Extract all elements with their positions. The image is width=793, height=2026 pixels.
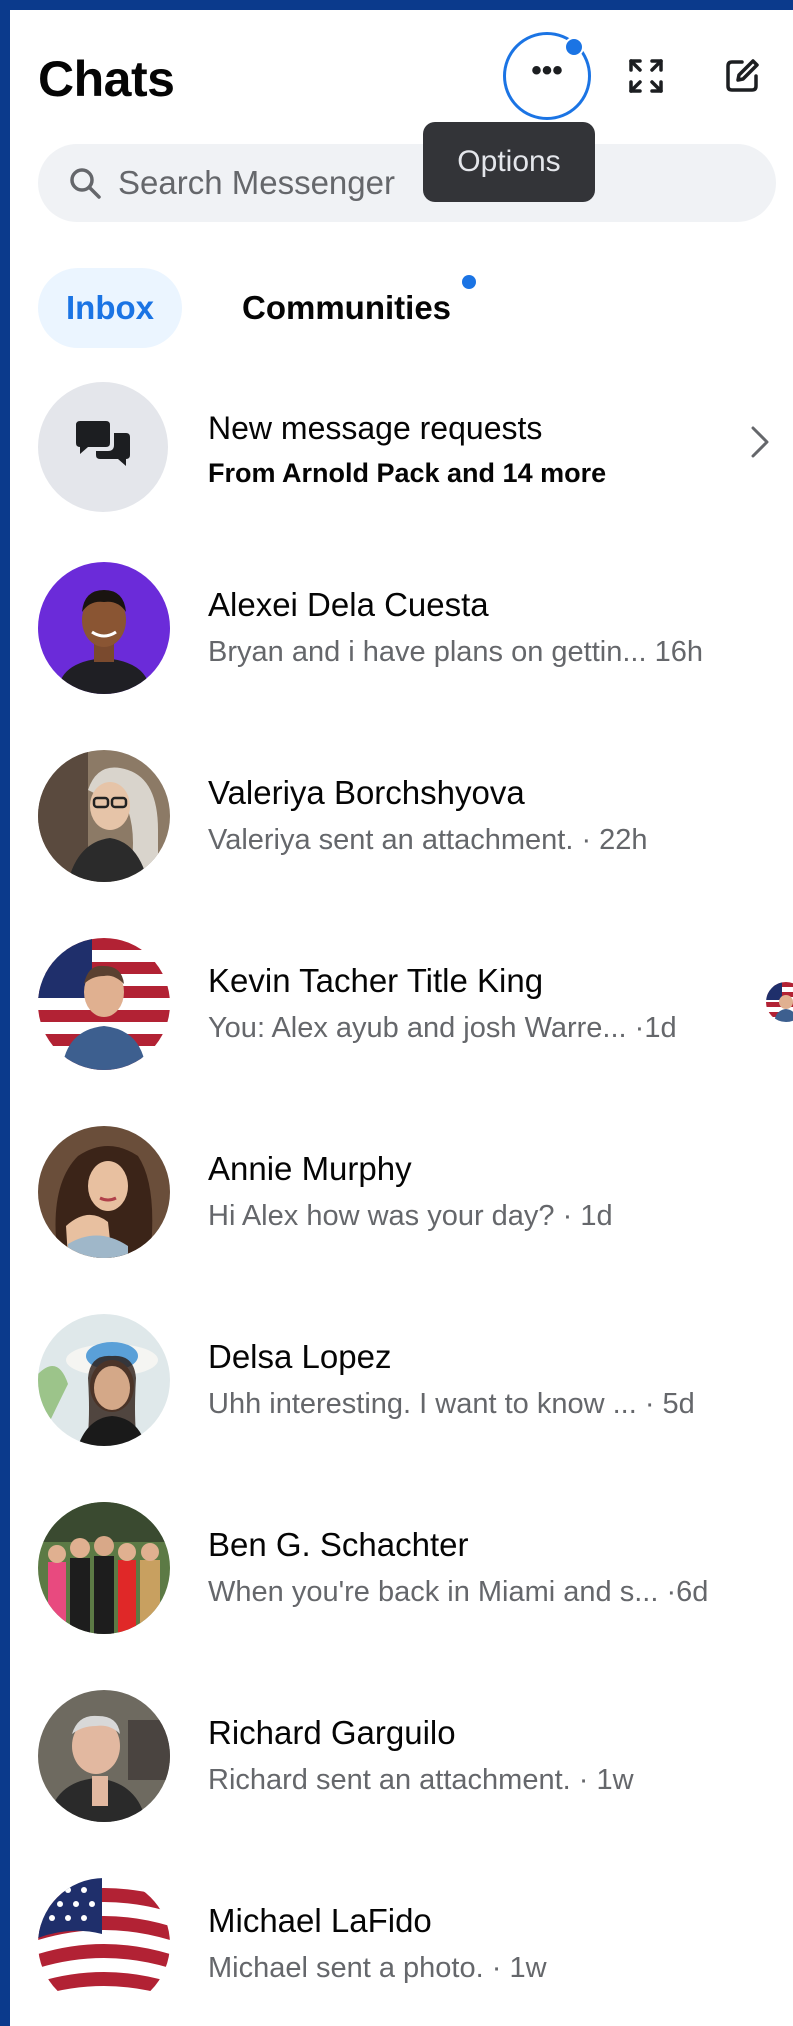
avatar: [38, 562, 170, 694]
chat-row-delsa[interactable]: Delsa Lopez Uhh interesting. I want to k…: [38, 1314, 793, 1446]
message-requests-avatar: [38, 382, 168, 512]
expand-button[interactable]: [624, 54, 668, 98]
contact-name: Kevin Tacher Title King: [208, 962, 544, 999]
chat-bubbles-icon: [76, 421, 130, 466]
communities-unread-dot: [462, 275, 476, 289]
avatar: [38, 750, 170, 882]
contact-name: Valeriya Borchshyova: [208, 774, 525, 811]
chat-row-michael[interactable]: Michael LaFido Michael sent a photo. · 1…: [38, 1878, 793, 2010]
message-preview: Uhh interesting. I want to know ... · 5d: [208, 1388, 695, 1420]
message-preview: Hi Alex how was your day? · 1d: [208, 1200, 613, 1232]
avatar: [38, 1878, 170, 2010]
chevron-right-icon: [751, 426, 769, 458]
chat-row-kevin[interactable]: Kevin Tacher Title King You: Alex ayub a…: [38, 938, 793, 1070]
message-preview: Richard sent an attachment. · 1w: [208, 1764, 634, 1796]
compose-icon: [726, 59, 759, 92]
avatar: [38, 1690, 170, 1822]
search-bar[interactable]: [38, 144, 776, 222]
avatar: [38, 1126, 170, 1258]
message-preview: Michael sent a photo. · 1w: [208, 1952, 547, 1984]
chat-row-valeriya[interactable]: Valeriya Borchshyova Valeriya sent an at…: [38, 750, 793, 882]
message-preview: You: Alex ayub and josh Warre... ·1d: [208, 1012, 677, 1044]
avatar: [38, 1502, 170, 1634]
contact-name: Alexei Dela Cuesta: [208, 586, 489, 623]
expand-icon: [629, 59, 663, 93]
chats-header: Chats •••: [10, 10, 793, 150]
more-dots-icon: •••: [531, 54, 563, 87]
message-preview: When you're back in Miami and s... ·6d: [208, 1576, 709, 1608]
tab-inbox[interactable]: Inbox: [38, 268, 182, 348]
contact-name: Richard Garguilo: [208, 1714, 456, 1751]
message-requests-row[interactable]: New message requests From Arnold Pack an…: [38, 382, 778, 512]
new-message-button[interactable]: [720, 54, 764, 98]
message-preview: Valeriya sent an attachment. · 22h: [208, 824, 648, 856]
requests-title: New message requests: [208, 410, 543, 446]
notification-dot: [564, 37, 584, 57]
chat-row-annie[interactable]: Annie Murphy Hi Alex how was your day? ·…: [38, 1126, 793, 1258]
chat-row-ben[interactable]: Ben G. Schachter When you're back in Mia…: [38, 1502, 793, 1634]
contact-name: Annie Murphy: [208, 1150, 412, 1187]
search-input[interactable]: [116, 163, 720, 203]
avatar: [38, 1314, 170, 1446]
contact-name: Ben G. Schachter: [208, 1526, 469, 1563]
message-preview: Bryan and i have plans on gettin... 16h: [208, 636, 703, 668]
options-button[interactable]: •••: [503, 32, 591, 120]
avatar: [38, 938, 170, 1070]
page-title: Chats: [38, 51, 175, 107]
chats-panel: Chats ••• Options Search Messenger Inbox…: [10, 10, 793, 2026]
options-tooltip: Options: [423, 122, 595, 202]
tab-communities[interactable]: Communities: [214, 268, 479, 348]
requests-subtitle: From Arnold Pack and 14 more: [208, 458, 607, 488]
contact-name: Delsa Lopez: [208, 1338, 392, 1375]
seen-avatar: [766, 982, 793, 1022]
chat-row-alexei[interactable]: Alexei Dela Cuesta Bryan and i have plan…: [38, 562, 793, 694]
chat-row-richard[interactable]: Richard Garguilo Richard sent an attachm…: [38, 1690, 793, 1822]
search-icon: [70, 168, 101, 199]
contact-name: Michael LaFido: [208, 1902, 432, 1939]
